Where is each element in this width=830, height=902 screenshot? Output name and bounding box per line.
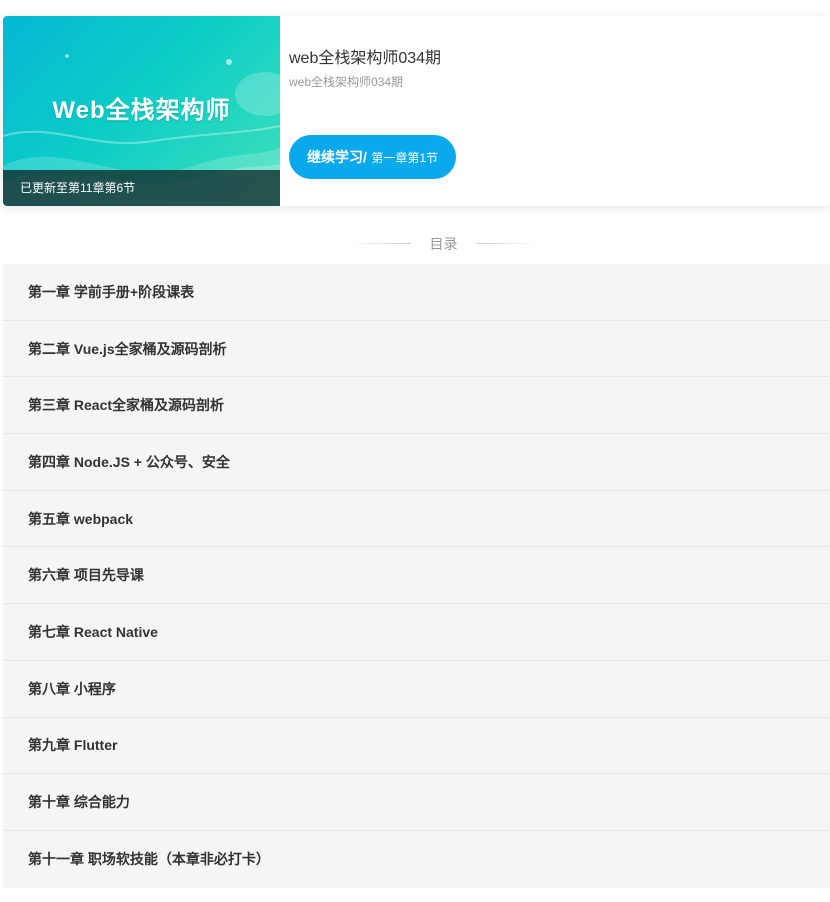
chapter-item-4[interactable]: 第四章 Node.JS + 公众号、安全 — [3, 434, 830, 491]
toc-divider: 目录 — [0, 232, 830, 254]
chapter-item-6[interactable]: 第六章 项目先导课 — [3, 547, 830, 605]
chapter-item-5[interactable]: 第五章 webpack — [3, 491, 830, 548]
chapter-item-9[interactable]: 第九章 Flutter — [3, 718, 830, 775]
course-card: Web全栈架构师 已更新至第11章第6节 web全栈架构师034期 web全栈架… — [3, 16, 830, 206]
chapter-item-2[interactable]: 第二章 Vue.js全家桶及源码剖析 — [3, 321, 830, 378]
course-subtitle: web全栈架构师034期 — [289, 75, 404, 89]
course-info: web全栈架构师034期 web全栈架构师034期 继续学习/ 第一章第1节 — [289, 16, 830, 206]
chapter-item-7[interactable]: 第七章 React Native — [3, 604, 830, 661]
continue-progress: 第一章第1节 — [371, 151, 439, 165]
chapter-item-8[interactable]: 第八章 小程序 — [3, 661, 830, 718]
continue-separator: / — [363, 149, 367, 165]
chapter-item-10[interactable]: 第十章 综合能力 — [3, 774, 830, 831]
course-name[interactable]: web全栈架构师034期 — [289, 44, 441, 68]
course-cover-image[interactable]: Web全栈架构师 已更新至第11章第6节 — [3, 16, 280, 206]
divider-line-right — [476, 243, 536, 244]
chapter-list: 第一章 学前手册+阶段课表 第二章 Vue.js全家桶及源码剖析 第三章 Rea… — [3, 264, 830, 888]
divider-line-left — [351, 243, 411, 244]
update-status: 已更新至第11章第6节 — [3, 170, 280, 206]
toc-heading: 目录 — [429, 236, 458, 252]
course-page: Web全栈架构师 已更新至第11章第6节 web全栈架构师034期 web全栈架… — [0, 0, 830, 902]
chapter-item-3[interactable]: 第三章 React全家桶及源码剖析 — [3, 377, 830, 435]
continue-learning-label: 继续学习 — [307, 149, 363, 165]
cover-title: Web全栈架构师 — [52, 97, 231, 124]
continue-learning-button[interactable]: 继续学习/ 第一章第1节 — [289, 135, 457, 179]
chapter-item-11[interactable]: 第十一章 职场软技能（本章非必打卡） — [3, 831, 830, 888]
chapter-item-1[interactable]: 第一章 学前手册+阶段课表 — [3, 264, 830, 321]
